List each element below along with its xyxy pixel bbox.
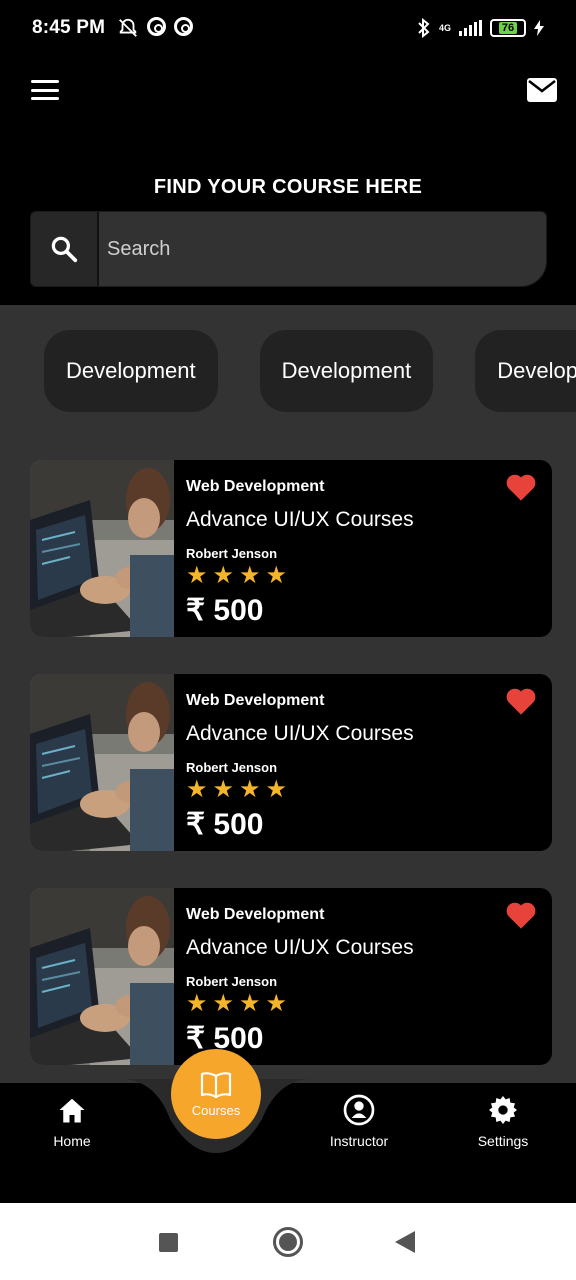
home-icon [59, 1098, 85, 1123]
course-price: ₹ 500 [186, 808, 264, 841]
course-thumbnail [30, 674, 174, 851]
nav-courses-button[interactable]: Courses [171, 1049, 261, 1139]
course-title: Advance UI/UX Courses [186, 936, 414, 959]
nav-courses-label: Courses [191, 1102, 241, 1118]
course-instructor: Robert Jenson [186, 546, 278, 561]
nav-instructor-label: Instructor [329, 1133, 389, 1149]
course-price: ₹ 500 [186, 594, 264, 627]
battery-level: 76 [498, 22, 518, 34]
battery-icon: 76 [490, 19, 526, 37]
course-card[interactable]: Web Development Advance UI/UX Courses Ro… [30, 888, 552, 1065]
home-system-button[interactable] [273, 1227, 303, 1257]
course-category: Web Development [186, 692, 325, 709]
course-category: Web Development [186, 906, 325, 923]
rating-stars: ★★★★ [186, 990, 293, 1017]
course-info: Web Development Advance UI/UX Courses Ro… [174, 460, 552, 637]
heart-icon[interactable] [504, 472, 538, 502]
course-instructor: Robert Jenson [186, 974, 278, 989]
course-title: Advance UI/UX Courses [186, 722, 414, 745]
network-type: 4G [438, 23, 451, 33]
course-info: Web Development Advance UI/UX Courses Ro… [174, 888, 552, 1065]
mail-icon[interactable] [527, 78, 557, 102]
nav-home[interactable]: Home [22, 1093, 122, 1149]
course-card[interactable]: Web Development Advance UI/UX Courses Ro… [30, 460, 552, 637]
bluetooth-icon [418, 18, 430, 38]
category-chip[interactable]: Development [44, 330, 218, 412]
status-notification-icons [117, 17, 194, 39]
category-chip[interactable]: Development [475, 330, 576, 412]
rating-stars: ★★★★ [186, 562, 293, 589]
nav-home-label: Home [53, 1133, 91, 1149]
search-icon [51, 236, 78, 263]
category-chips: Development Development Development [44, 330, 576, 412]
recents-button[interactable] [159, 1233, 178, 1252]
app-notification-icon-2 [174, 17, 194, 36]
status-time: 8:45 PM [32, 17, 106, 38]
course-thumbnail [30, 888, 174, 1065]
course-thumbnail [30, 460, 174, 637]
muted-bell-icon [119, 18, 138, 37]
page-title: FIND YOUR COURSE HERE [153, 176, 423, 198]
gear-icon [489, 1096, 517, 1124]
charging-icon [534, 20, 544, 36]
nav-settings[interactable]: Settings [453, 1093, 553, 1149]
course-instructor: Robert Jenson [186, 760, 278, 775]
course-title: Advance UI/UX Courses [186, 508, 414, 531]
course-category: Web Development [186, 478, 325, 495]
course-price: ₹ 500 [186, 1022, 264, 1055]
system-nav-bar [0, 1203, 576, 1280]
heart-icon[interactable] [504, 900, 538, 930]
nav-instructor[interactable]: Instructor [309, 1093, 409, 1149]
menu-icon[interactable] [31, 80, 59, 100]
category-chip[interactable]: Development [259, 330, 434, 412]
back-icon[interactable] [395, 1231, 415, 1253]
search-bar [30, 211, 547, 287]
search-input[interactable] [99, 212, 546, 286]
heart-icon[interactable] [504, 686, 538, 716]
app-notification-icon [147, 17, 167, 36]
course-info: Web Development Advance UI/UX Courses Ro… [174, 674, 552, 851]
bottom-nav: Home Instructor Settings [0, 1079, 576, 1203]
search-button[interactable] [31, 212, 99, 286]
signal-icon [459, 20, 482, 36]
user-icon [343, 1094, 375, 1126]
rating-stars: ★★★★ [186, 776, 293, 803]
course-card[interactable]: Web Development Advance UI/UX Courses Ro… [30, 674, 552, 851]
book-icon [200, 1071, 232, 1098]
status-bar: 8:45 PM 4G 76 [0, 0, 576, 56]
main-content: Development Development Development [0, 305, 576, 1085]
status-system-icons: 4G 76 [417, 18, 544, 38]
nav-settings-label: Settings [477, 1133, 529, 1149]
